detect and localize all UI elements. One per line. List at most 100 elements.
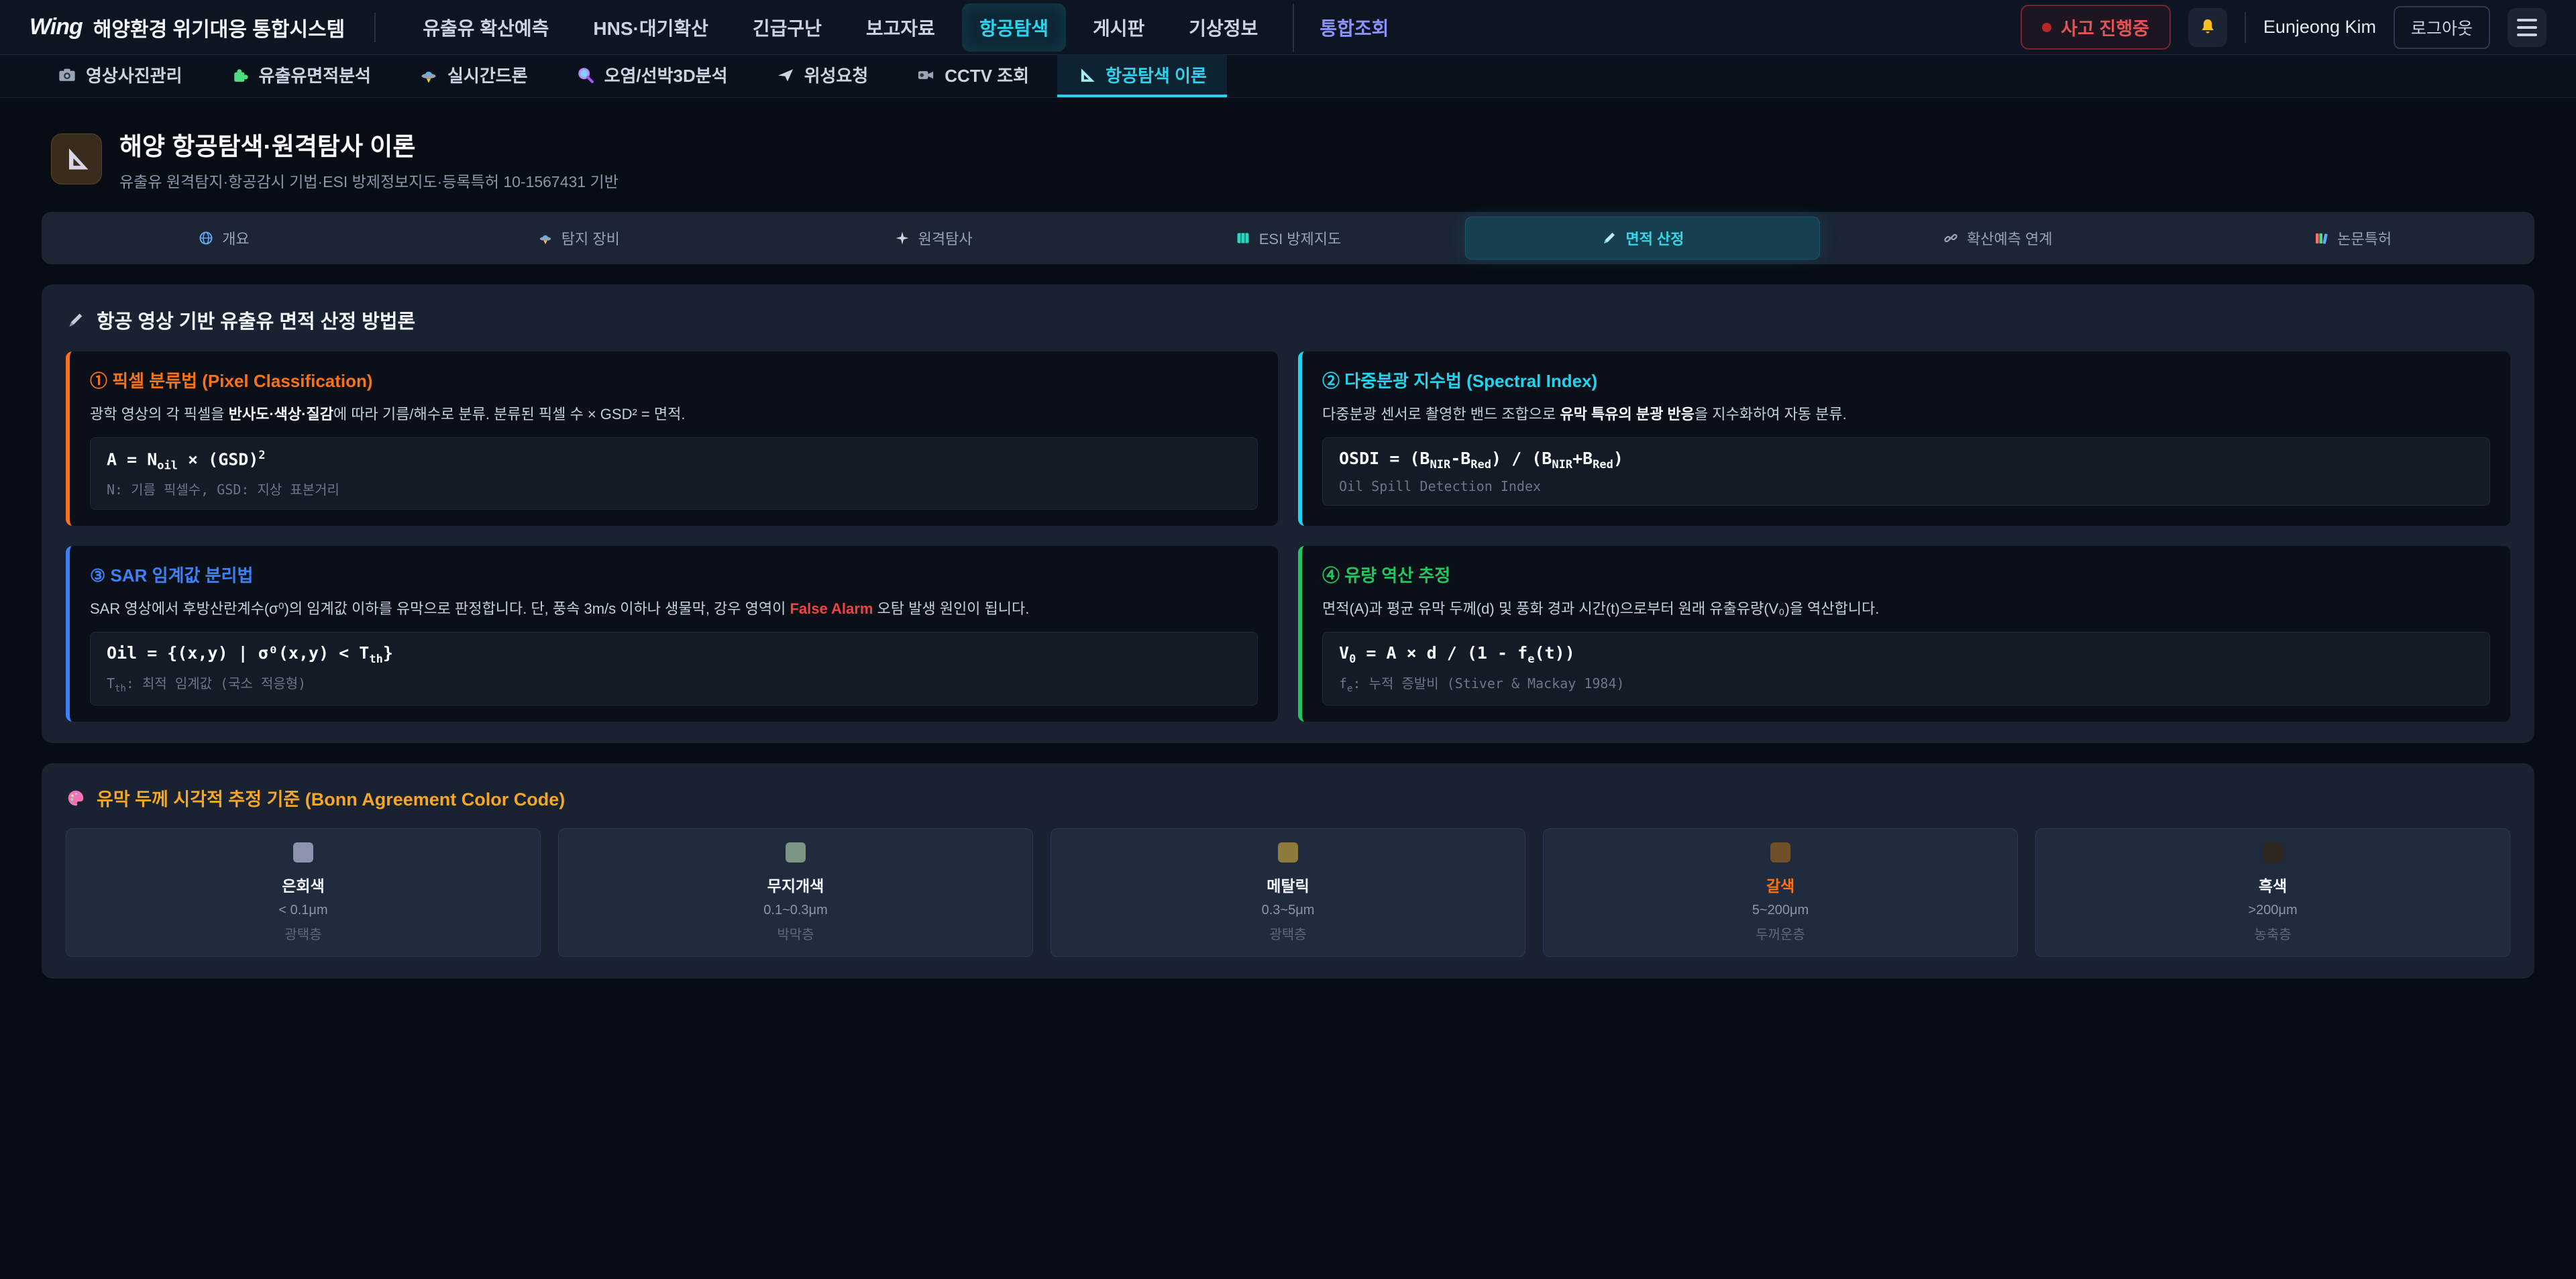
map-icon bbox=[1235, 230, 1251, 246]
swatch-layer: 광택층 bbox=[77, 924, 529, 943]
nav-item-integrated-search[interactable]: 통합조회 bbox=[1293, 3, 1406, 52]
subtab-label: CCTV 조회 bbox=[945, 62, 1029, 87]
subtab-realtime-drone[interactable]: 실시간드론 bbox=[399, 55, 548, 97]
logout-button[interactable]: 로그아웃 bbox=[2394, 6, 2490, 49]
method-card-title: ② 다중분광 지수법 (Spectral Index) bbox=[1322, 368, 2490, 392]
tab-esi-map[interactable]: ESI 방제지도 bbox=[1111, 217, 1466, 260]
swatch-card-rainbow: 무지개색 0.1~0.3μm 박막층 bbox=[558, 828, 1033, 957]
drone-icon bbox=[537, 230, 553, 246]
user-divider bbox=[2245, 12, 2246, 43]
tab-area-estimation[interactable]: 면적 산정 bbox=[1465, 217, 1820, 260]
triangle-ruler-icon bbox=[1077, 66, 1096, 85]
color-swatch bbox=[2263, 842, 2283, 863]
subtab-satellite-request[interactable]: 위성요청 bbox=[756, 55, 889, 97]
tab-remote-sensing[interactable]: 원격탐사 bbox=[756, 217, 1111, 260]
swatch-name: 흑색 bbox=[2047, 873, 2499, 896]
tab-label: 면적 산정 bbox=[1625, 227, 1684, 249]
method-card-pixel-classification: ① 픽셀 분류법 (Pixel Classification) 광학 영상의 각… bbox=[66, 351, 1278, 526]
tab-label: 논문특허 bbox=[2337, 227, 2392, 249]
swatch-layer: 박막층 bbox=[570, 924, 1022, 943]
swatch-range: < 0.1μm bbox=[77, 903, 529, 918]
bonn-color-code-panel: 유막 두께 시각적 추정 기준 (Bonn Agreement Color Co… bbox=[42, 763, 2534, 979]
subtab-oil-area-analysis[interactable]: 유출유면적분석 bbox=[211, 55, 391, 97]
nav-item-rescue[interactable]: 긴급구난 bbox=[735, 3, 839, 52]
nav-item-board[interactable]: 게시판 bbox=[1075, 3, 1162, 52]
page-icon-box bbox=[51, 133, 102, 184]
tab-label: 원격탐사 bbox=[918, 227, 973, 249]
method-card-body: 광학 영상의 각 픽셀을 반사도·색상·질감에 따라 기름/해수로 분류. 분류… bbox=[90, 403, 1258, 425]
notification-button[interactable] bbox=[2188, 8, 2227, 47]
cctv-camera-icon bbox=[916, 66, 935, 85]
bell-icon bbox=[2197, 17, 2218, 38]
color-swatch bbox=[786, 842, 806, 863]
subtab-label: 실시간드론 bbox=[447, 62, 528, 87]
app-title: 해양환경 위기대응 통합시스템 bbox=[93, 13, 345, 42]
swatch-range: 5~200μm bbox=[1554, 903, 2006, 918]
subtab-label: 유출유면적분석 bbox=[259, 62, 371, 87]
subtab-label: 위성요청 bbox=[804, 62, 869, 87]
subtab-cctv[interactable]: CCTV 조회 bbox=[896, 55, 1049, 97]
method-card-volume-back-estimation: ④ 유량 역산 추정 면적(A)과 평균 유막 두께(d) 및 풍화 경과 시간… bbox=[1298, 546, 2510, 722]
tab-overview[interactable]: 개요 bbox=[46, 217, 401, 260]
pencil-icon bbox=[1601, 230, 1617, 246]
tab-detection-equipment[interactable]: 탐지 장비 bbox=[401, 217, 756, 260]
method-card-title: ① 픽셀 분류법 (Pixel Classification) bbox=[90, 368, 1258, 392]
user-name: Eunjeong Kim bbox=[2263, 17, 2376, 38]
swatch-range: 0.3~5μm bbox=[1062, 903, 1514, 918]
brand: Wing 해양환경 위기대응 통합시스템 bbox=[30, 13, 345, 42]
subtab-image-photo-management[interactable]: 영상사진관리 bbox=[38, 55, 203, 97]
methodology-heading-text: 항공 영상 기반 유출유 면적 산정 방법론 bbox=[97, 306, 415, 334]
swatch-card-silver-gray: 은회색 < 0.1μm 광택층 bbox=[66, 828, 541, 957]
menu-button[interactable] bbox=[2508, 8, 2546, 47]
nav-item-weather[interactable]: 기상정보 bbox=[1171, 3, 1275, 52]
swatch-card-metallic: 메탈릭 0.3~5μm 광택층 bbox=[1051, 828, 1525, 957]
link-icon bbox=[1943, 230, 1959, 246]
swatch-layer: 농축층 bbox=[2047, 924, 2499, 943]
nav-item-spill-forecast[interactable]: 유출유 확산예측 bbox=[405, 3, 566, 52]
tab-label: 확산예측 연계 bbox=[1967, 227, 2053, 249]
nav-item-reports[interactable]: 보고자료 bbox=[849, 3, 953, 52]
nav-item-hns[interactable]: HNS·대기확산 bbox=[576, 3, 725, 52]
top-navbar: Wing 해양환경 위기대응 통합시스템 유출유 확산예측 HNS·대기확산 긴… bbox=[0, 0, 2576, 55]
globe-icon bbox=[198, 230, 214, 246]
swatch-name: 은회색 bbox=[77, 873, 529, 896]
palette-icon bbox=[66, 788, 86, 808]
tab-label: 탐지 장비 bbox=[561, 227, 620, 249]
color-swatch bbox=[1278, 842, 1298, 863]
formula-caption: N: 기름 픽셀수, GSD: 지상 표본거리 bbox=[107, 479, 1241, 498]
incident-status-badge[interactable]: 사고 진행중 bbox=[2021, 5, 2171, 50]
method-card-body: 다중분광 센서로 촬영한 밴드 조합으로 유막 특유의 분광 반응을 지수화하여… bbox=[1322, 403, 2490, 425]
hamburger-icon bbox=[2517, 19, 2537, 36]
formula-caption: Tth: 최적 임계값 (국소 적응형) bbox=[107, 673, 1241, 694]
nav-item-aerial-search[interactable]: 항공탐색 bbox=[962, 3, 1066, 52]
swatch-range: >200μm bbox=[2047, 903, 2499, 918]
methodology-panel: 항공 영상 기반 유출유 면적 산정 방법론 ① 픽셀 분류법 (Pixel C… bbox=[42, 284, 2534, 743]
sub-navbar: 영상사진관리 유출유면적분석 실시간드론 오염/선박3D분석 위성요청 CCTV… bbox=[0, 55, 2576, 98]
page-title: 해양 항공탐색·원격탐사 이론 bbox=[119, 126, 619, 162]
books-icon bbox=[2313, 230, 2329, 246]
method-card-spectral-index: ② 다중분광 지수법 (Spectral Index) 다중분광 센서로 촬영한… bbox=[1298, 351, 2510, 526]
formula-caption: Oil Spill Detection Index bbox=[1339, 478, 2473, 494]
formula: Oil = {(x,y) | σ⁰(x,y) < Tth} bbox=[107, 643, 1241, 666]
formula-box: Oil = {(x,y) | σ⁰(x,y) < Tth} Tth: 최적 임계… bbox=[90, 632, 1258, 706]
subtab-label: 영상사진관리 bbox=[86, 62, 182, 87]
subtab-pollution-3d-analysis[interactable]: 오염/선박3D분석 bbox=[556, 55, 748, 97]
page-subtitle: 유출유 원격탐지·항공감시 기법·ESI 방제정보지도·등록특허 10-1567… bbox=[119, 169, 619, 192]
method-card-body: 면적(A)과 평균 유막 두께(d) 및 풍화 경과 시간(t)으로부터 원래 … bbox=[1322, 598, 2490, 620]
tab-label: ESI 방제지도 bbox=[1259, 227, 1342, 249]
method-card-title: ④ 유량 역산 추정 bbox=[1322, 562, 2490, 587]
formula: OSDI = (BNIR-BRed) / (BNIR+BRed) bbox=[1339, 449, 2473, 471]
tab-papers-patents[interactable]: 논문특허 bbox=[2175, 217, 2530, 260]
swatch-card-brown: 갈색 5~200μm 두꺼운층 bbox=[1543, 828, 2018, 957]
method-card-body: SAR 영상에서 후방산란계수(σ⁰)의 임계값 이하를 유막으로 판정합니다.… bbox=[90, 598, 1258, 620]
triangle-ruler-icon bbox=[62, 144, 91, 174]
plane-icon bbox=[776, 66, 795, 85]
tab-forecast-link[interactable]: 확산예측 연계 bbox=[1820, 217, 2175, 260]
sparkle-icon bbox=[894, 230, 910, 246]
method-cards: ① 픽셀 분류법 (Pixel Classification) 광학 영상의 각… bbox=[66, 351, 2510, 722]
app-logo: Wing bbox=[30, 14, 83, 40]
formula-caption: fe: 누적 증발비 (Stiver & Mackay 1984) bbox=[1339, 673, 2473, 694]
formula-box: OSDI = (BNIR-BRed) / (BNIR+BRed) Oil Spi… bbox=[1322, 437, 2490, 506]
subtab-label: 오염/선박3D분석 bbox=[604, 62, 728, 87]
subtab-aerial-search-theory[interactable]: 항공탐색 이론 bbox=[1057, 55, 1227, 97]
